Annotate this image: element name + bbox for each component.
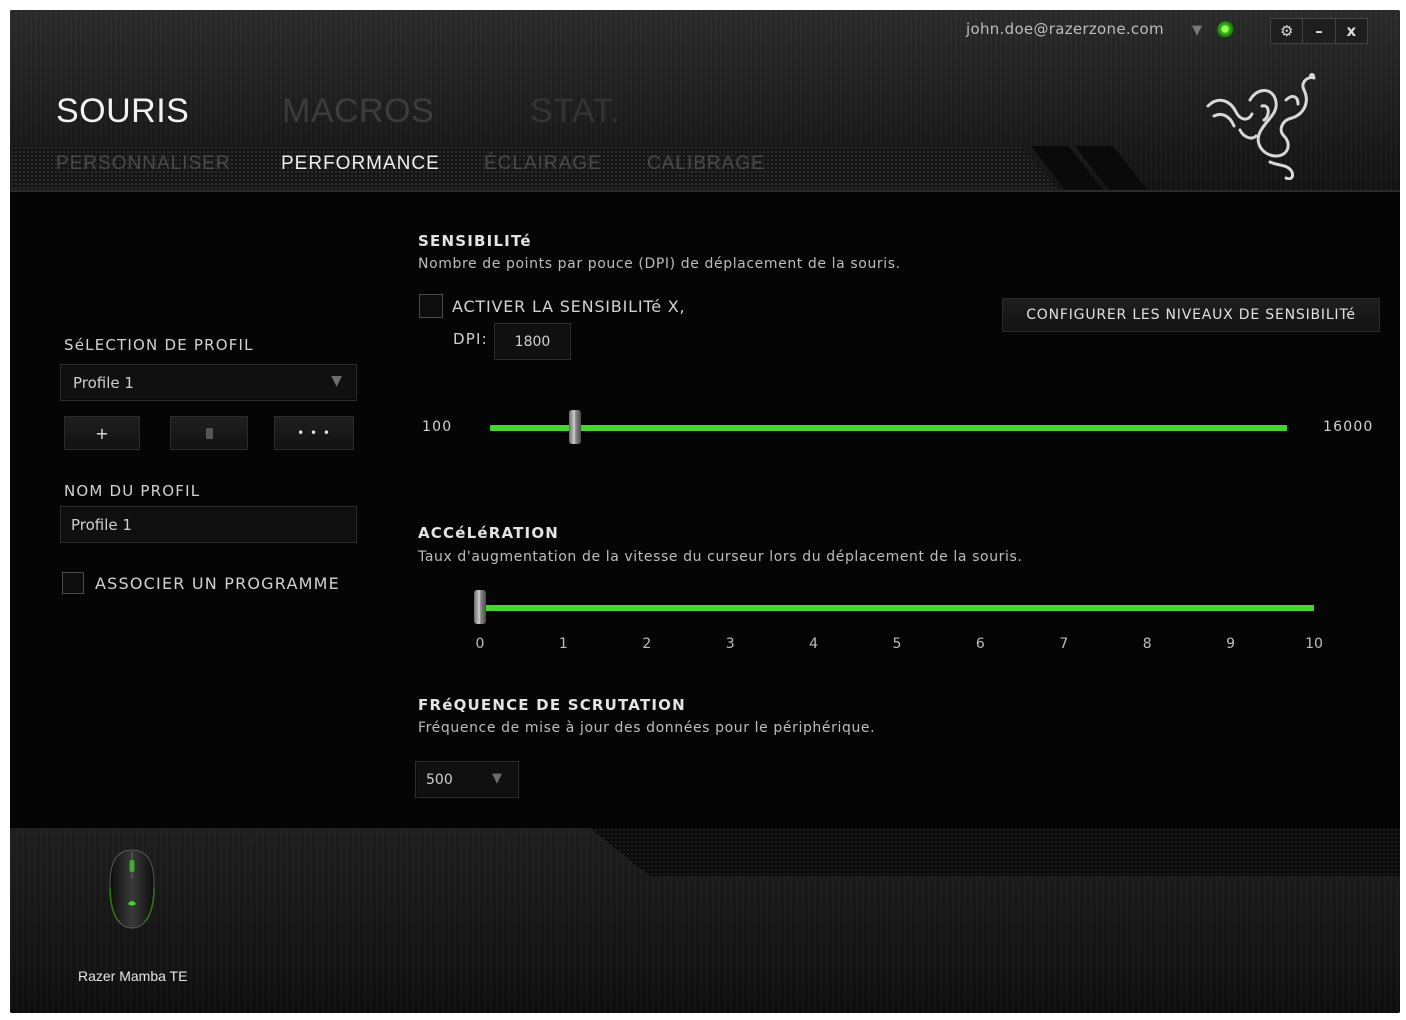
acceleration-tick-label: 10 bbox=[1305, 636, 1323, 652]
acceleration-tick-label: 9 bbox=[1226, 636, 1236, 652]
acceleration-title: ACCéLéRATION bbox=[418, 524, 560, 542]
sensitivity-slider-track[interactable] bbox=[490, 425, 1287, 431]
acceleration-tick-label: 7 bbox=[1059, 636, 1069, 652]
settings-gear-icon[interactable]: ⚙ bbox=[1271, 19, 1304, 43]
sensitivity-description: Nombre de points par pouce (DPI) de dépl… bbox=[418, 256, 901, 272]
account-email[interactable]: john.doe@razerzone.com bbox=[966, 20, 1164, 38]
polling-rate-title: FRéQUENCE DE SCRUTATION bbox=[418, 696, 686, 714]
acceleration-tick-label: 5 bbox=[892, 636, 902, 652]
acceleration-tick-label: 6 bbox=[975, 636, 985, 652]
online-status-icon bbox=[1217, 21, 1235, 39]
chevron-down-icon[interactable]: ▼ bbox=[492, 771, 502, 786]
link-program-label: ASSOCIER UN PROGRAMME bbox=[95, 574, 340, 593]
acceleration-tick-label: 1 bbox=[558, 636, 568, 652]
enable-x-sensitivity-label: ACTIVER LA SENSIBILITé X, bbox=[452, 297, 686, 316]
tab-macros[interactable]: MACROS bbox=[282, 92, 434, 131]
profile-name-input[interactable]: Profile 1 bbox=[60, 506, 357, 543]
add-profile-button[interactable]: + bbox=[64, 416, 140, 450]
subtab-performance[interactable]: PERFORMANCE bbox=[281, 153, 440, 175]
window-controls: ⚙ – x bbox=[1270, 18, 1368, 44]
mouse-device-icon[interactable] bbox=[106, 848, 158, 932]
acceleration-tick-label: 2 bbox=[642, 636, 652, 652]
account-dropdown-icon[interactable]: ▼ bbox=[1192, 23, 1202, 38]
sensitivity-max-label: 16000 bbox=[1323, 419, 1374, 435]
header-divider bbox=[10, 190, 1400, 192]
footer-band bbox=[590, 828, 1400, 876]
acceleration-slider-handle[interactable] bbox=[474, 590, 486, 624]
sensitivity-title: SENSIBILITé bbox=[418, 232, 532, 250]
profile-select[interactable]: Profile 1 ▼ bbox=[60, 364, 357, 401]
configure-sensitivity-levels-button[interactable]: CONFIGURER LES NIVEAUX DE SENSIBILITé bbox=[1002, 298, 1380, 332]
delete-profile-button[interactable] bbox=[170, 416, 248, 450]
polling-rate-value: 500 bbox=[426, 771, 453, 788]
acceleration-tick-label: 3 bbox=[725, 636, 735, 652]
sensitivity-slider-handle[interactable] bbox=[569, 410, 582, 444]
link-program-checkbox[interactable] bbox=[62, 572, 84, 594]
acceleration-description: Taux d'augmentation de la vitesse du cur… bbox=[418, 549, 1023, 565]
acceleration-tick-label: 4 bbox=[809, 636, 819, 652]
enable-x-sensitivity-checkbox[interactable] bbox=[419, 294, 443, 318]
polling-rate-select[interactable]: 500 ▼ bbox=[415, 761, 519, 798]
trash-icon bbox=[205, 427, 213, 439]
subtab-eclairage[interactable]: ÉCLAIRAGE bbox=[484, 153, 602, 175]
acceleration-slider-track[interactable] bbox=[480, 605, 1314, 611]
dpi-label: DPI: bbox=[453, 330, 488, 348]
device-footer bbox=[10, 828, 1400, 1013]
close-button[interactable]: x bbox=[1336, 19, 1367, 43]
tab-stat[interactable]: STAT. bbox=[530, 92, 620, 131]
header: SOURIS MACROS STAT. PERSONNALISER PERFOR… bbox=[10, 10, 1400, 192]
chevron-down-icon[interactable]: ▼ bbox=[331, 373, 342, 389]
minimize-button[interactable]: – bbox=[1303, 19, 1336, 43]
tab-souris[interactable]: SOURIS bbox=[56, 92, 189, 131]
profile-select-value: Profile 1 bbox=[73, 373, 134, 392]
profile-selection-label: SéLECTION DE PROFIL bbox=[64, 336, 254, 354]
more-options-button[interactable]: • • • bbox=[274, 416, 354, 450]
profile-name-label: NOM DU PROFIL bbox=[64, 482, 201, 500]
sensitivity-min-label: 100 bbox=[422, 419, 453, 435]
dpi-input[interactable]: 1800 bbox=[494, 323, 571, 360]
razer-snake-logo bbox=[1206, 73, 1316, 180]
acceleration-tick-label: 8 bbox=[1142, 636, 1152, 652]
polling-rate-description: Fréquence de mise à jour des données pou… bbox=[418, 720, 876, 736]
subtab-calibrage[interactable]: CALIBRAGE bbox=[647, 153, 765, 175]
device-name[interactable]: Razer Mamba TE bbox=[78, 968, 187, 984]
subtab-personnaliser[interactable]: PERSONNALISER bbox=[56, 153, 231, 175]
synapse-window: SOURIS MACROS STAT. PERSONNALISER PERFOR… bbox=[10, 10, 1400, 1013]
acceleration-tick-label: 0 bbox=[475, 636, 485, 652]
